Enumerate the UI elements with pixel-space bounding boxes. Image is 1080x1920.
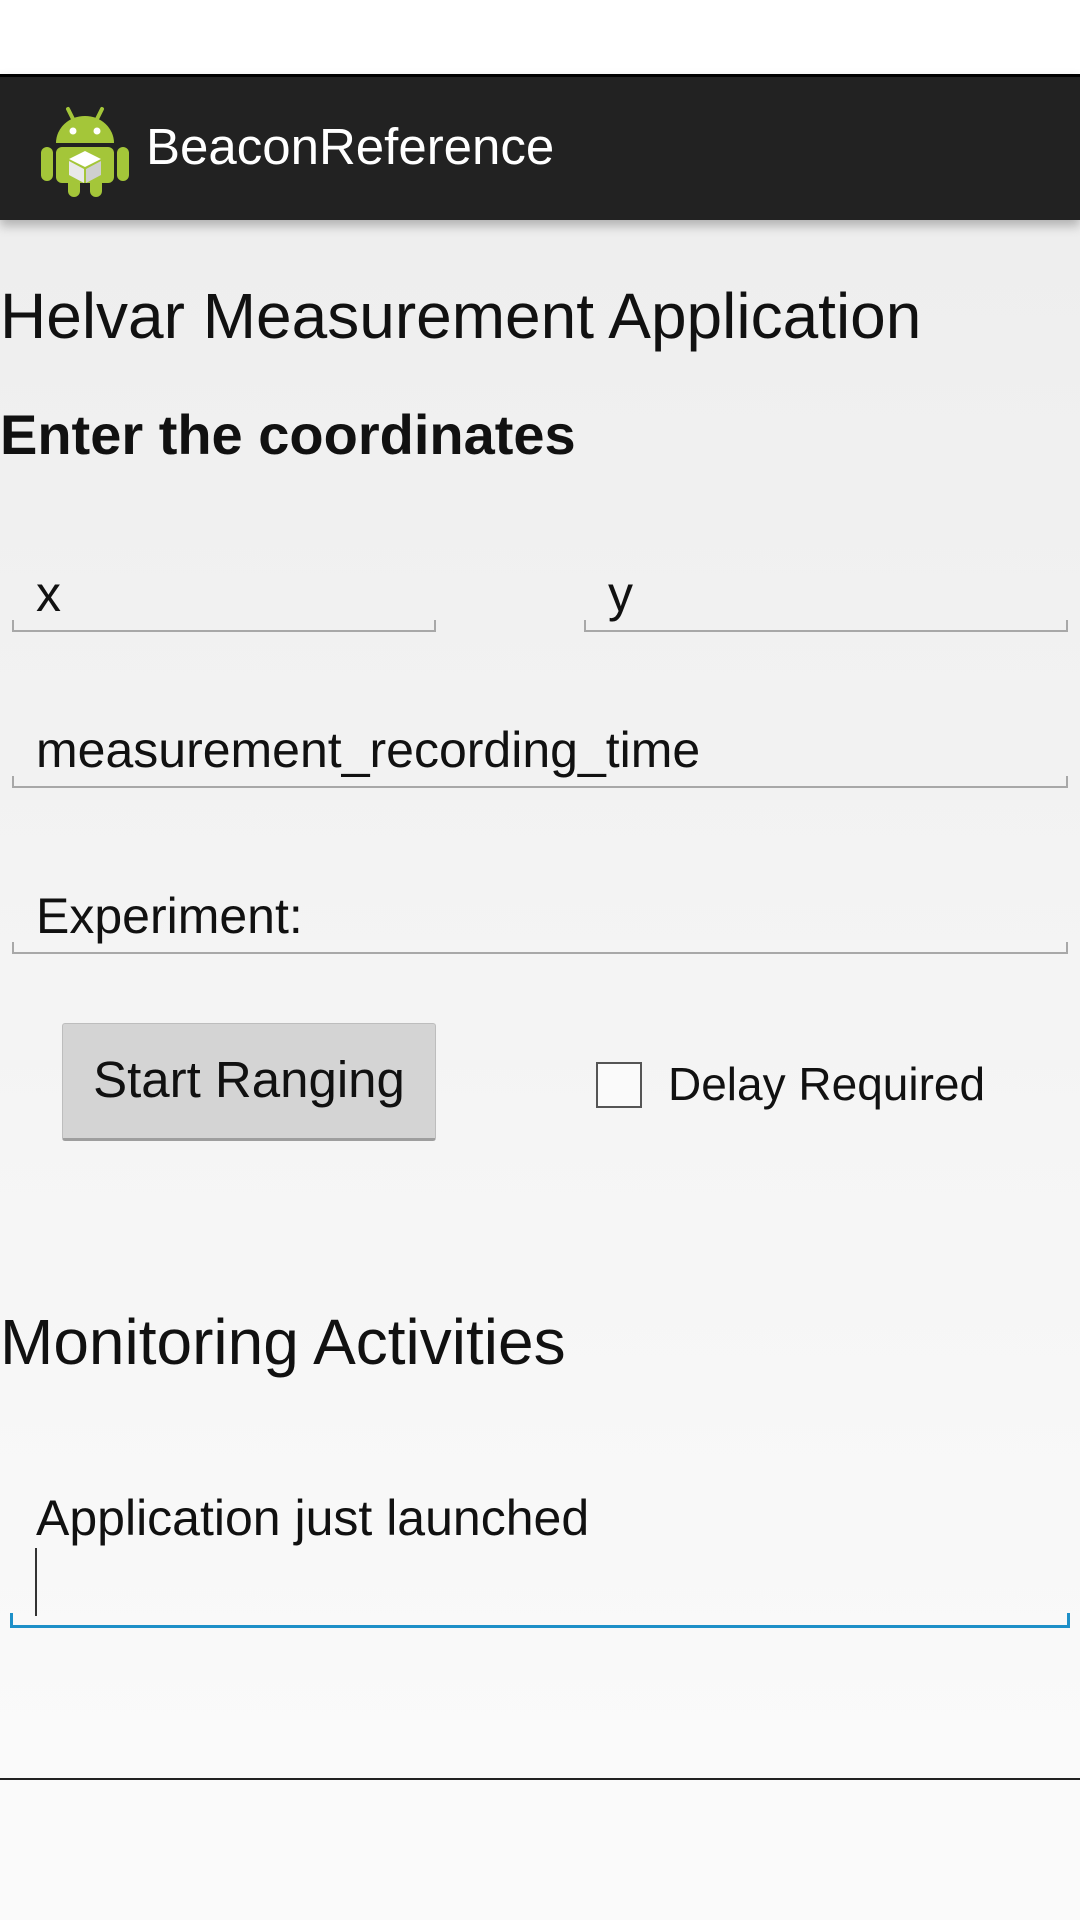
y-coordinate-field[interactable]: y [584, 562, 1068, 632]
app-title: BeaconReference [146, 118, 555, 175]
monitoring-log-text: Application just launched [36, 1490, 590, 1546]
bottom-area [0, 1780, 1080, 1920]
recording-time-value: measurement_recording_time [36, 722, 701, 778]
recording-time-field[interactable]: measurement_recording_time [12, 718, 1068, 788]
action-bar: BeaconReference [0, 74, 1080, 220]
delay-required-label[interactable]: Delay Required [668, 1056, 985, 1112]
page-heading: Helvar Measurement Application [0, 280, 922, 352]
experiment-field[interactable]: Experiment: [12, 884, 1068, 954]
start-ranging-button[interactable]: Start Ranging [62, 1023, 436, 1141]
delay-required-checkbox[interactable] [596, 1062, 642, 1108]
y-coordinate-value: y [608, 566, 633, 622]
status-bar [0, 0, 1080, 74]
android-robot-icon [40, 101, 130, 197]
x-coordinate-value: x [36, 566, 61, 622]
coordinates-label: Enter the coordinates [0, 403, 576, 466]
text-cursor [35, 1548, 37, 1616]
x-coordinate-field[interactable]: x [12, 562, 436, 632]
experiment-value: Experiment: [36, 888, 303, 944]
monitoring-log-field[interactable]: Application just launched [10, 1486, 1070, 1628]
monitoring-heading: Monitoring Activities [0, 1306, 566, 1378]
